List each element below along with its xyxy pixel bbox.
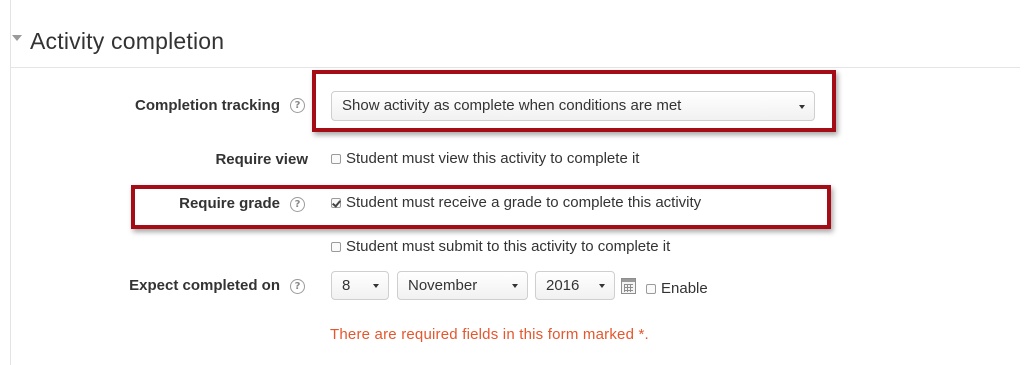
enable-checkbox[interactable] [646,283,656,294]
section-header[interactable]: Activity completion [12,28,224,55]
require-view-checkbox[interactable] [331,153,341,164]
section-divider [10,67,1020,68]
day-value: 8 [342,277,351,294]
month-select[interactable]: November [397,271,528,300]
day-select[interactable]: 8 [331,271,389,300]
require-grade-highlight [131,185,831,229]
collapse-triangle-icon[interactable] [12,34,22,41]
expect-completed-help-icon[interactable]: ? [290,279,305,294]
completion-tracking-label: Completion tracking [134,97,280,114]
completion-tracking-help-icon[interactable]: ? [290,98,305,113]
enable-row: Enable [646,280,708,297]
require-submit-checkbox[interactable] [331,241,341,252]
chevron-down-icon [373,284,379,288]
require-submit-row: Student must submit to this activity to … [331,238,670,255]
enable-label[interactable]: Enable [661,280,708,297]
chevron-down-icon [599,284,605,288]
require-view-text[interactable]: Student must view this activity to compl… [346,150,639,167]
month-value: November [408,277,478,294]
completion-tracking-highlight [312,70,836,132]
year-value: 2016 [546,277,580,294]
calendar-icon[interactable] [621,278,636,294]
require-view-label: Require view [215,151,308,168]
required-fields-note: There are required fields in this form m… [330,326,649,343]
chevron-down-icon [512,284,518,288]
require-view-row: Student must view this activity to compl… [331,150,639,167]
require-submit-text[interactable]: Student must submit to this activity to … [346,238,670,255]
section-title: Activity completion [30,28,225,54]
expect-completed-label: Expect completed on [129,277,280,294]
year-select[interactable]: 2016 [535,271,615,300]
